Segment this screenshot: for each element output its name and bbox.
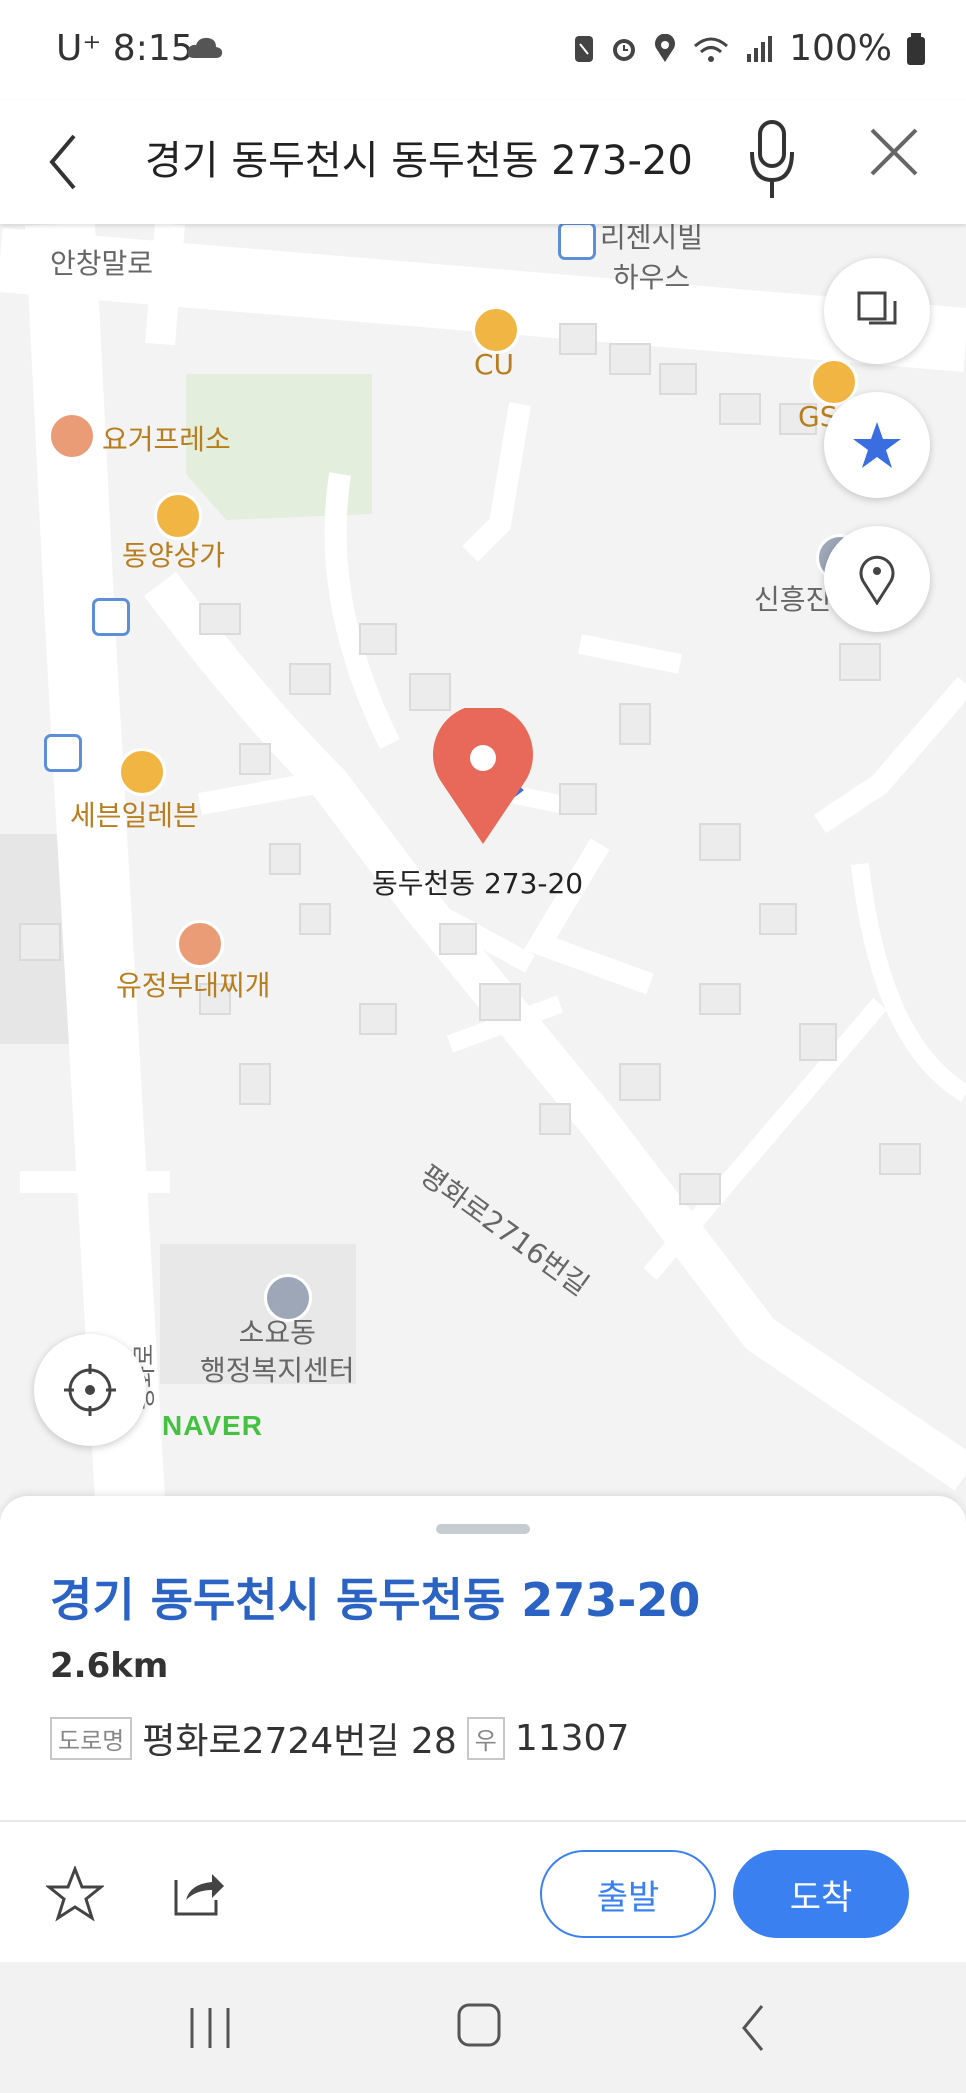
convenience-store-icon[interactable] [472,306,520,354]
search-bar: 경기 동두천시 동두천동 273-20 [0,100,966,224]
status-icons: 100% [573,28,926,69]
crosshair-icon [64,1364,116,1416]
poi-soyo-dong-office[interactable]: 소요동 행정복지센터 [200,1314,355,1390]
location-icon [655,33,676,62]
favorites-button[interactable] [824,392,930,498]
poi-yujeong-budaejjigae[interactable]: 유정부대찌개 [116,964,271,1004]
road-address: 평화로2724번길 28 [142,1721,457,1762]
star-filled-icon [853,422,901,468]
place-distance: 2.6km [50,1646,169,1686]
marker-label: 동두천동 273-20 [372,867,584,900]
recent-apps-icon[interactable] [186,2006,234,2050]
poi-cu[interactable]: CU [474,348,514,381]
place-info-sheet[interactable]: 경기 동두천시 동두천동 273-20 2.6km 도로명 평화로2724번길 … [0,1496,966,1820]
status-time: U⁺ 8:15 [56,28,194,69]
poi-regency-house[interactable]: 리젠시빌 하우스 [600,224,703,296]
back-arrow-icon[interactable] [44,130,84,194]
location-pin-button[interactable] [824,526,930,632]
microphone-icon[interactable] [744,118,800,204]
layers-icon [857,291,897,325]
star-outline-icon[interactable] [46,1866,104,1922]
location-marker-icon[interactable] [428,708,538,846]
road-address-tag: 도로명 [50,1716,133,1760]
shopping-bag-icon[interactable] [154,492,202,540]
convenience-store-icon[interactable] [118,748,166,796]
status-bar: U⁺ 8:15 100% [0,0,966,100]
cloud-icon [187,37,223,58]
map-pin-icon [859,555,895,605]
map-view[interactable]: 리젠시빌 하우스 안창말로 CU GS 요거프레소 동양상가 신흥진 세븐일레븐… [0,224,966,1500]
poi-seven-eleven[interactable]: 세븐일레븐 [70,794,199,834]
close-icon[interactable] [866,124,922,180]
share-icon[interactable] [172,1866,226,1918]
poi-yogerpresso[interactable]: 요거프레소 [102,418,231,458]
place-title[interactable]: 경기 동두천시 동두천동 273-20 [50,1564,700,1630]
action-bar: 출발 도착 [0,1822,966,1962]
home-icon[interactable] [456,2002,504,2050]
postal-code: 11307 [514,1717,630,1759]
arrive-button[interactable]: 도착 [733,1850,909,1938]
wifi-icon [694,37,729,62]
nfc-icon [575,35,594,62]
poi-dongyang-sangga[interactable]: 동양상가 [122,534,225,574]
layers-button[interactable] [824,258,930,364]
battery-percent: 100% [789,28,892,69]
cafe-icon[interactable] [48,412,96,460]
signal-icon [747,35,773,62]
postal-tag: 우 [466,1716,505,1760]
restaurant-icon[interactable] [176,920,224,968]
search-input[interactable]: 경기 동두천시 동두천동 273-20 [145,128,693,186]
system-nav-bar [0,1962,966,2093]
bus-stop-icon[interactable] [92,598,130,636]
bus-stop-icon[interactable] [44,734,82,772]
road-label-anchangmal: 안창말로 [50,247,154,280]
bus-stop-icon[interactable] [558,224,596,260]
start-button[interactable]: 출발 [540,1850,716,1938]
battery-icon [907,32,925,65]
back-icon[interactable] [736,2002,772,2054]
naver-logo: NAVER [162,1410,263,1441]
address-row: 도로명 평화로2724번길 28 우 11307 [50,1712,629,1764]
sheet-drag-handle[interactable] [436,1524,530,1534]
alarm-icon [613,38,636,61]
poi-sinheungjin[interactable]: 신흥진 [754,578,831,618]
current-location-button[interactable] [34,1334,146,1446]
